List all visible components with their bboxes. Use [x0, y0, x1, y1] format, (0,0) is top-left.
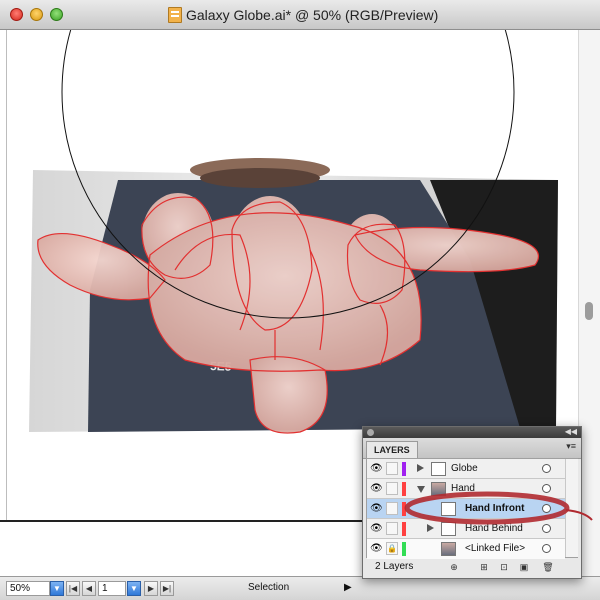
target-circle-icon[interactable] — [542, 544, 551, 553]
panel-collapse-icon[interactable]: ◀◀ — [565, 427, 577, 436]
eye-icon[interactable]: 👁 — [370, 543, 383, 554]
panel-tab-bar: LAYERS ▾≡ — [363, 438, 581, 459]
zoom-dropdown-button[interactable]: ▼ — [50, 581, 64, 596]
window-title: Galaxy Globe.ai* @ 50% (RGB/Preview) — [186, 7, 439, 23]
layer-thumbnail — [431, 482, 446, 496]
layer-name[interactable]: Hand Infront — [465, 503, 524, 514]
layer-name[interactable]: Hand Behind — [465, 523, 523, 534]
vertical-scroll-thumb[interactable] — [585, 302, 593, 320]
new-layer-icon[interactable]: ▣ — [517, 561, 531, 574]
panel-close-button[interactable] — [367, 429, 374, 436]
minimize-window-button[interactable] — [30, 8, 43, 21]
lock-toggle[interactable] — [386, 522, 398, 535]
layer-row-hand-behind[interactable]: 👁 Hand Behind — [367, 519, 565, 539]
zoom-window-button[interactable] — [50, 8, 63, 21]
title-bar: Galaxy Globe.ai* @ 50% (RGB/Preview) — [0, 0, 600, 30]
close-window-button[interactable] — [10, 8, 23, 21]
make-clipping-mask-icon[interactable]: ⊞ — [477, 561, 491, 574]
layer-thumbnail — [441, 522, 456, 536]
current-tool-label: Selection — [248, 582, 290, 593]
layer-color-indicator — [402, 542, 406, 556]
layer-name[interactable]: <Linked File> — [465, 543, 525, 554]
eye-icon[interactable]: 👁 — [370, 523, 383, 534]
lock-toggle[interactable] — [386, 482, 398, 495]
status-bar: 50% ▼ |◀ ◀ 1 ▼ ▶ ▶| Selection ▶ — [0, 576, 600, 600]
layers-panel: ◀◀ LAYERS ▾≡ 👁 Globe 👁 Hand 👁 Hand Infro… — [362, 426, 582, 579]
eye-icon[interactable]: 👁 — [370, 483, 383, 494]
layers-list-scrollbar[interactable] — [565, 459, 578, 557]
target-circle-icon[interactable] — [542, 524, 551, 533]
artboard-number-field[interactable]: 1 — [98, 581, 126, 596]
lock-toggle[interactable] — [386, 462, 398, 475]
layer-color-indicator — [402, 462, 406, 476]
layer-row-linked-file[interactable]: 👁 🔒 <Linked File> — [367, 539, 565, 559]
layer-name[interactable]: Globe — [451, 463, 478, 474]
panel-menu-icon[interactable]: ▾≡ — [566, 441, 576, 452]
layer-color-indicator — [402, 502, 406, 516]
previous-artboard-button[interactable]: ◀ — [82, 581, 96, 596]
layer-thumbnail — [441, 502, 456, 516]
next-artboard-button[interactable]: ▶ — [144, 581, 158, 596]
locate-object-icon[interactable]: ⊕ — [447, 561, 461, 574]
tab-layers[interactable]: LAYERS — [366, 441, 418, 458]
panel-header-strip[interactable]: ◀◀ — [363, 427, 581, 438]
layer-row-hand-infront[interactable]: 👁 Hand Infront — [367, 499, 565, 519]
layer-thumbnail — [441, 542, 456, 556]
target-circle-icon[interactable] — [542, 504, 551, 513]
zoom-level-field[interactable]: 50% — [6, 581, 50, 596]
trash-icon[interactable]: 🗑 — [541, 561, 555, 574]
document-icon — [168, 7, 182, 23]
target-circle-icon[interactable] — [542, 484, 551, 493]
layer-color-indicator — [402, 522, 406, 536]
layer-name[interactable]: Hand — [451, 483, 475, 494]
expand-triangle-icon[interactable] — [417, 464, 424, 472]
panel-footer: 2 Layers ⊕ ⊞ ⊡ ▣ 🗑 — [363, 558, 581, 578]
layer-thumbnail — [431, 462, 446, 476]
lock-icon[interactable]: 🔒 — [386, 542, 398, 555]
layer-row-globe[interactable]: 👁 Globe — [367, 459, 565, 479]
collapse-triangle-icon[interactable] — [417, 486, 425, 493]
first-artboard-button[interactable]: |◀ — [66, 581, 80, 596]
layer-count-label: 2 Layers — [375, 561, 414, 572]
target-circle-icon[interactable] — [542, 464, 551, 473]
new-sublayer-icon[interactable]: ⊡ — [497, 561, 511, 574]
lock-toggle[interactable] — [386, 502, 398, 515]
layer-row-hand[interactable]: 👁 Hand — [367, 479, 565, 499]
eye-icon[interactable]: 👁 — [370, 503, 383, 514]
layer-color-indicator — [402, 482, 406, 496]
expand-triangle-icon[interactable] — [427, 524, 434, 532]
artboard-left-edge — [6, 30, 7, 520]
status-menu-arrow-icon[interactable]: ▶ — [344, 582, 352, 593]
artboard-dropdown-button[interactable]: ▼ — [127, 581, 141, 596]
last-artboard-button[interactable]: ▶| — [160, 581, 174, 596]
layers-list: 👁 Globe 👁 Hand 👁 Hand Infront 👁 Hand Beh… — [366, 458, 578, 559]
eye-icon[interactable]: 👁 — [370, 463, 383, 474]
